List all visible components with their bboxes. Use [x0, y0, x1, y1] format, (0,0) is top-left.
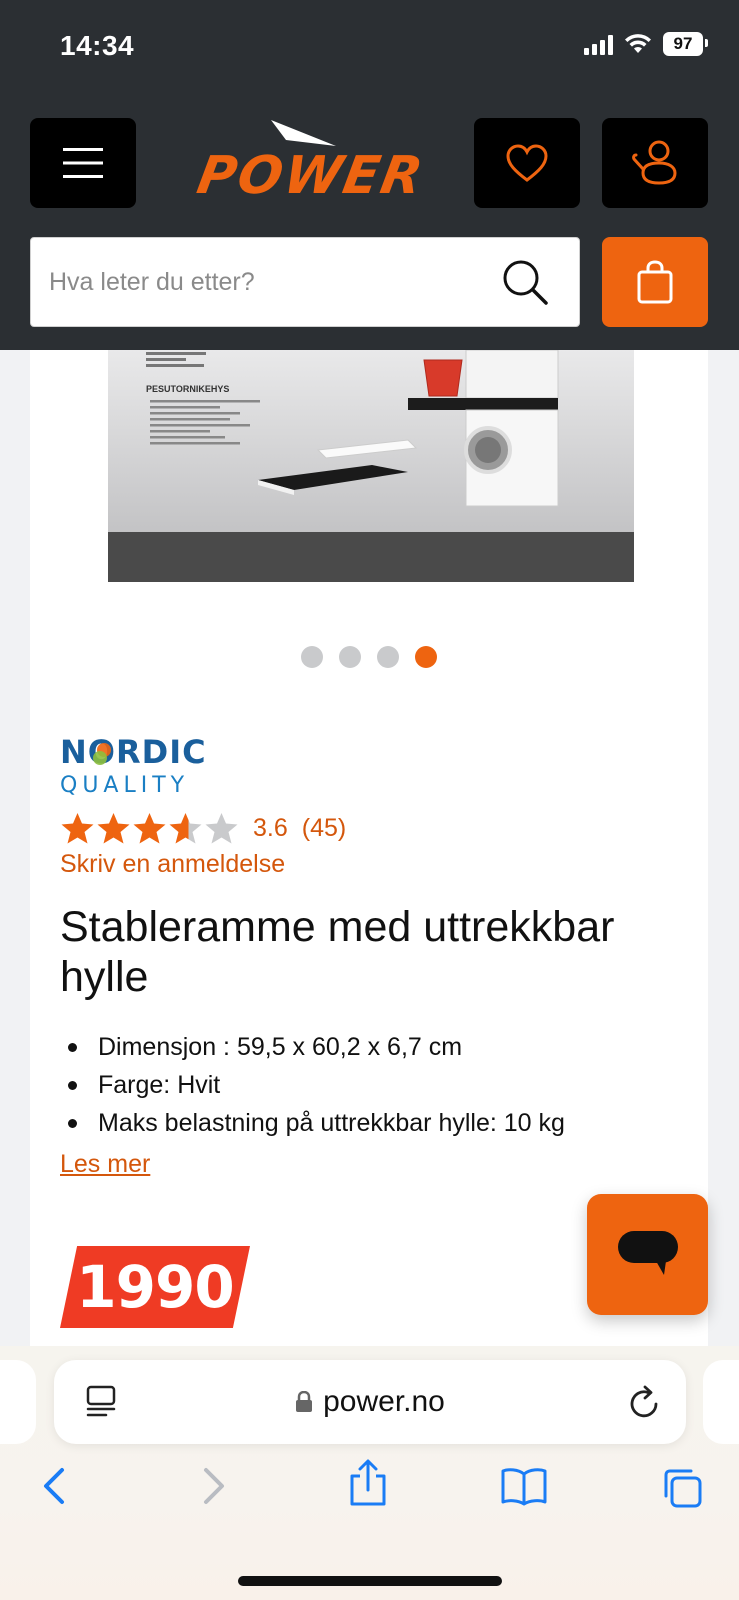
previous-tab-preview[interactable] [0, 1360, 36, 1444]
svg-text:QUALITY: QUALITY [60, 773, 189, 798]
battery-icon: 97 [663, 32, 708, 56]
read-more-link[interactable]: Les mer [60, 1150, 150, 1179]
browser-toolbar: power.no [0, 1346, 739, 1600]
cart-button[interactable] [602, 237, 708, 327]
star-icon [169, 813, 202, 844]
hamburger-icon [63, 148, 103, 178]
site-header: POWER [0, 88, 739, 350]
product-title: Stableramme med uttrekkbar hylle [60, 903, 615, 1001]
url-display[interactable]: power.no [54, 1360, 686, 1444]
back-icon[interactable] [40, 1466, 70, 1506]
carousel-dot[interactable] [301, 646, 323, 668]
price-tag: 1990 [60, 1246, 250, 1328]
carousel-dot[interactable] [339, 646, 361, 668]
svg-text:POWER: POWER [193, 145, 429, 206]
account-button[interactable] [602, 118, 708, 208]
user-wave-icon [632, 140, 677, 185]
menu-button[interactable] [30, 118, 136, 208]
reload-icon[interactable] [628, 1384, 662, 1420]
status-bar: 14:34 97 [0, 0, 739, 88]
price-value: 1990 [76, 1253, 234, 1321]
url-text: power.no [323, 1385, 445, 1418]
search-input[interactable] [49, 238, 489, 326]
write-review-link[interactable]: Skriv en anmeldelse [60, 850, 285, 879]
status-time: 14:34 [60, 30, 135, 61]
forward-icon[interactable] [198, 1466, 228, 1506]
chat-bubble-icon [617, 1230, 678, 1275]
home-indicator [238, 1576, 502, 1586]
carousel-dot-active[interactable] [415, 646, 437, 668]
chat-button[interactable] [587, 1194, 708, 1315]
lock-icon [296, 1391, 313, 1412]
svg-text:NORDIC: NORDIC [60, 733, 207, 771]
feature-list: Dimensjon : 59,5 x 60,2 x 6,7 cm Farge: … [60, 1028, 700, 1142]
status-icons: 97 [584, 32, 708, 56]
favorites-button[interactable] [474, 118, 580, 208]
carousel-dot[interactable] [377, 646, 399, 668]
next-tab-preview[interactable] [703, 1360, 739, 1444]
feature-item: Maks belastning på uttrekkbar hylle: 10 … [60, 1104, 700, 1142]
search-bar [30, 237, 580, 327]
share-icon[interactable] [348, 1458, 388, 1508]
rating-stars [60, 812, 239, 845]
heart-icon [506, 144, 548, 182]
rating-row[interactable]: 3.6 (45) [60, 812, 346, 845]
star-icon [61, 813, 94, 844]
brand-logo[interactable]: NORDIC QUALITY [60, 728, 230, 798]
address-bar[interactable]: power.no [54, 1360, 686, 1444]
svg-text:PESUTORNIKEHYS: PESUTORNIKEHYS [146, 384, 229, 394]
image-carousel-dots [30, 646, 708, 668]
tabs-icon[interactable] [660, 1466, 704, 1510]
star-icon [205, 813, 238, 844]
wifi-icon [625, 34, 651, 53]
rating-count: (45) [301, 814, 347, 842]
product-image[interactable]: PESUTORNIKEHYS [108, 350, 634, 582]
star-icon [133, 813, 166, 844]
bookmarks-icon[interactable] [500, 1466, 548, 1506]
power-logo[interactable]: POWER [166, 118, 456, 208]
cellular-signal-icon [584, 33, 613, 55]
rating-value: 3.6 [253, 814, 288, 842]
shopping-bag-icon [637, 260, 673, 304]
browser-nav-row [0, 1459, 739, 1526]
feature-item: Dimensjon : 59,5 x 60,2 x 6,7 cm [60, 1028, 700, 1066]
feature-item: Farge: Hvit [60, 1066, 700, 1104]
search-icon[interactable] [501, 258, 549, 306]
star-icon [97, 813, 130, 844]
